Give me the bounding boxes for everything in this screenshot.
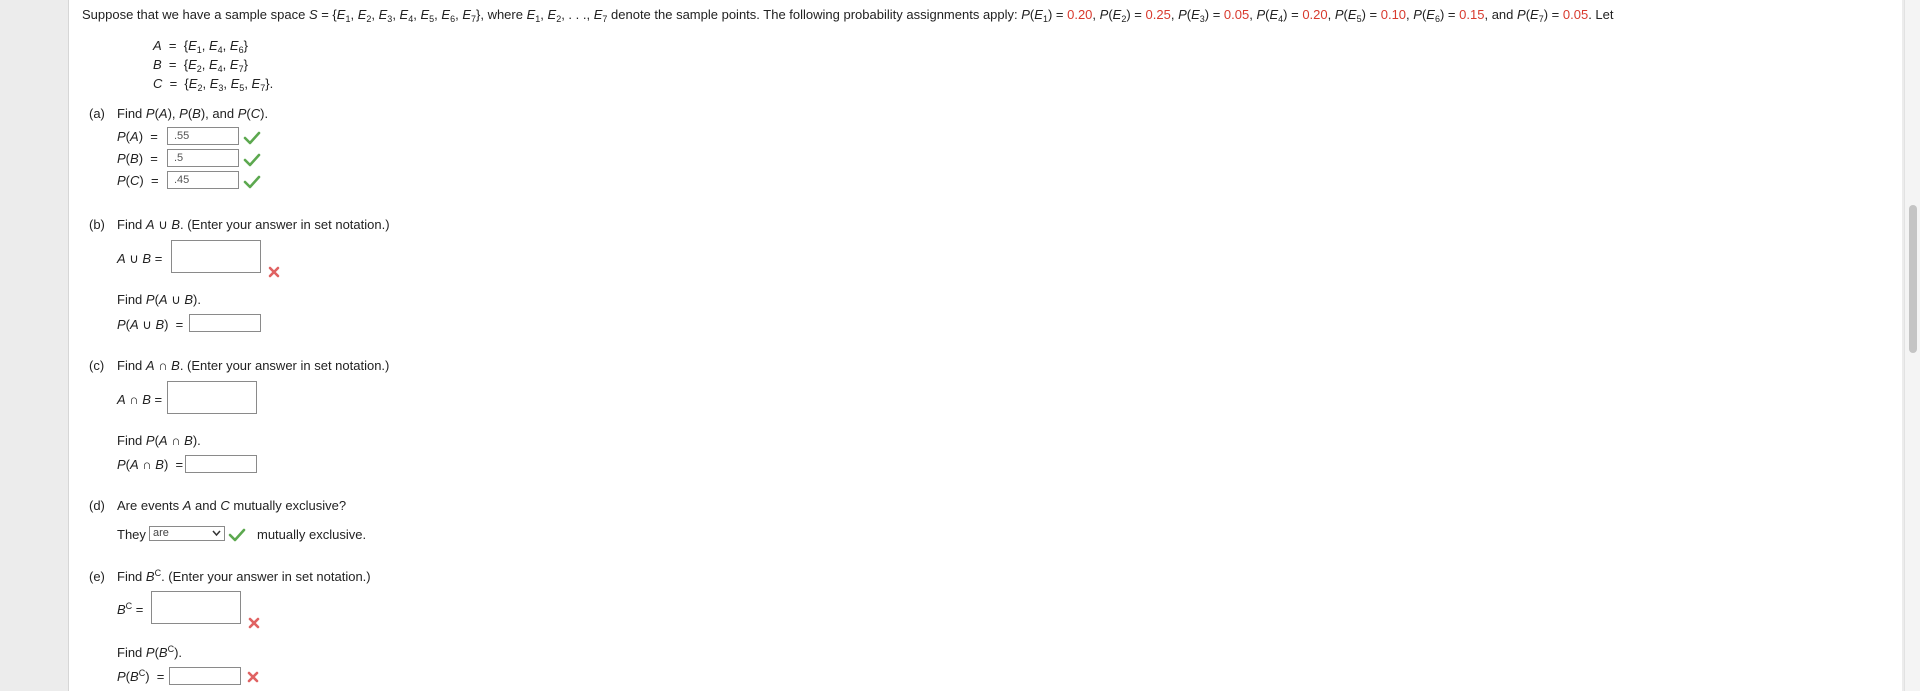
they-label: They — [117, 527, 146, 542]
pbc-label: P(BC) = — [117, 668, 165, 685]
bc-label: BC = — [117, 601, 144, 618]
part-c-label: (c) — [89, 358, 105, 373]
aub-cross-icon — [268, 266, 280, 278]
exclusive-select-value: are — [153, 527, 169, 539]
prob-e1: 0.20 — [1067, 7, 1093, 22]
part-e-prob-prompt: Find P(BC). — [117, 644, 183, 661]
pa-input[interactable]: .55 — [167, 127, 239, 145]
pc-input[interactable]: .45 — [167, 171, 239, 189]
exclusive-select[interactable]: are — [149, 526, 225, 541]
scrollbar-thumb[interactable] — [1909, 205, 1917, 353]
aub-input[interactable] — [171, 240, 261, 273]
aub-label: A ∪ B = — [117, 251, 163, 266]
vertical-scrollbar[interactable] — [1904, 0, 1920, 691]
pc-label: P(C) = — [117, 173, 159, 188]
pb-label: P(B) = — [117, 151, 158, 166]
prob-e2: 0.25 — [1145, 7, 1171, 22]
intro-text: Suppose that we have a sample space S = … — [82, 7, 1614, 24]
mutually-exclusive-label: mutually exclusive. — [257, 527, 367, 542]
part-b-label: (b) — [89, 217, 105, 232]
set-c-definition: C = {E2, E3, E5, E7}. — [153, 76, 274, 93]
pa-check-icon — [243, 131, 261, 145]
part-b-prompt: Find A ∪ B. (Enter your answer in set no… — [117, 217, 390, 232]
part-d-prompt: Are events A and C mutually exclusive? — [117, 498, 347, 513]
chevron-down-icon — [212, 530, 221, 537]
pb-input[interactable]: .5 — [167, 149, 239, 167]
bc-cross-icon — [248, 617, 260, 629]
part-a-label: (a) — [89, 106, 105, 121]
exclusive-check-icon — [228, 528, 246, 542]
pbc-input[interactable] — [169, 667, 241, 685]
prob-e3: 0.05 — [1223, 7, 1250, 22]
part-a-prompt: Find P(A), P(B), and P(C). — [117, 106, 269, 121]
part-e-prompt: Find BC. (Enter your answer in set notat… — [117, 568, 371, 585]
part-b-prob-prompt: Find P(A ∪ B). — [117, 292, 201, 307]
part-c-prob-prompt: Find P(A ∩ B). — [117, 433, 201, 448]
set-b-definition: B = {E2, E4, E7} — [153, 57, 248, 74]
anb-label: A ∩ B = — [117, 392, 163, 407]
anb-input[interactable] — [167, 381, 257, 414]
paub-label: P(A ∪ B) = — [117, 317, 184, 332]
part-d-label: (d) — [89, 498, 105, 513]
part-e-label: (e) — [89, 569, 105, 584]
paub-input[interactable] — [189, 314, 261, 332]
part-c-prompt: Find A ∩ B. (Enter your answer in set no… — [117, 358, 390, 373]
set-a-definition: A = {E1, E4, E6} — [153, 38, 248, 55]
prob-e5: 0.10 — [1380, 7, 1407, 22]
pa-label: P(A) = — [117, 129, 158, 144]
question-page: Suppose that we have a sample space S = … — [68, 0, 1902, 691]
pbc-cross-icon — [247, 671, 259, 683]
pc-check-icon — [243, 175, 261, 189]
panb-input[interactable] — [185, 455, 257, 473]
prob-e6: 0.15 — [1459, 7, 1485, 22]
prob-e4: 0.20 — [1302, 7, 1328, 22]
pb-check-icon — [243, 153, 261, 167]
prob-e7: 0.05 — [1562, 7, 1589, 22]
bc-input[interactable] — [151, 591, 241, 624]
panb-label: P(A ∩ B) = — [117, 457, 184, 472]
